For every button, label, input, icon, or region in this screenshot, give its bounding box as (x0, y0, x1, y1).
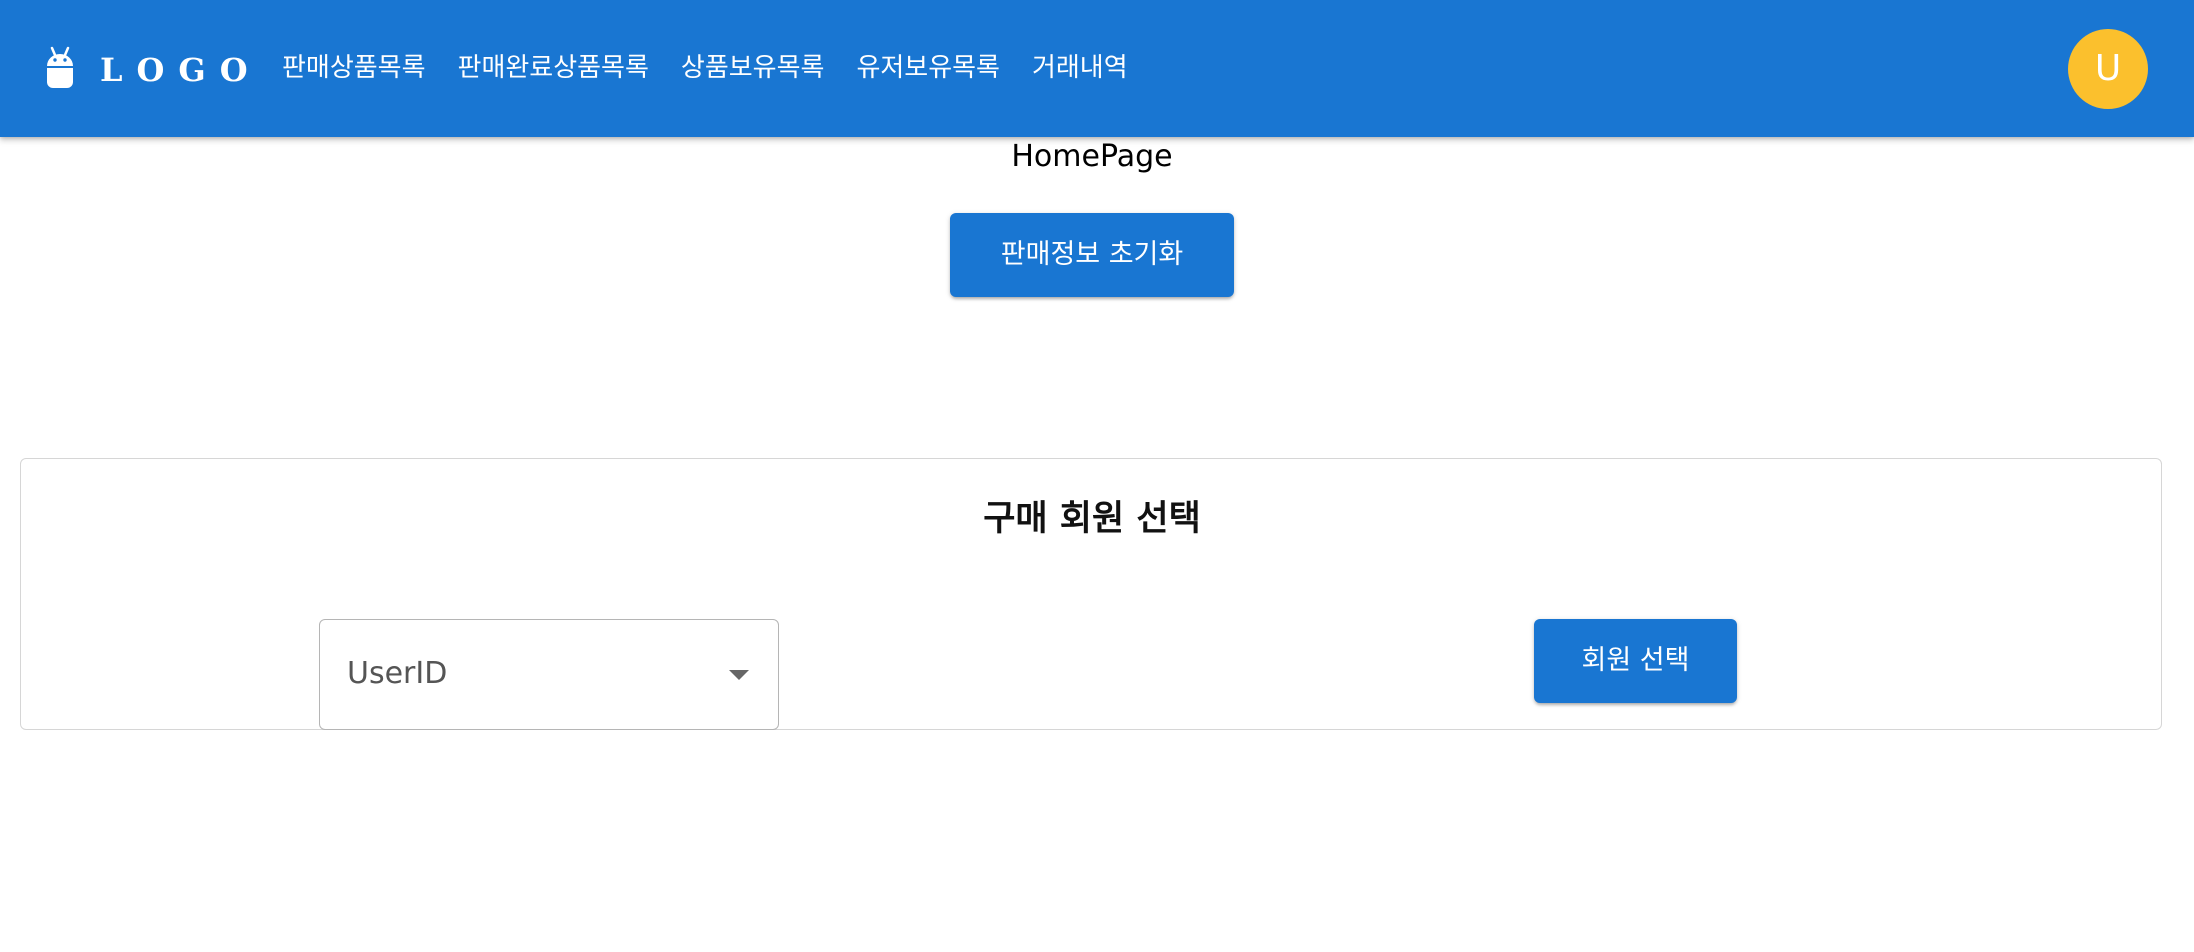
nav-item-user-holdings[interactable]: 유저보유목록 (840, 42, 1016, 94)
reset-sales-button[interactable]: 판매정보 초기화 (950, 213, 1234, 297)
userid-select[interactable]: UserID (319, 619, 779, 730)
userid-select-label: UserID (347, 656, 448, 691)
android-icon[interactable] (44, 46, 76, 92)
select-member-button[interactable]: 회원 선택 (1534, 619, 1737, 703)
nav-item-product-holdings[interactable]: 상품보유목록 (665, 42, 841, 94)
logo-text[interactable]: LOGO (100, 48, 262, 92)
main-nav: 판매상품목록 판매완료상품목록 상품보유목록 유저보유목록 거래내역 (266, 42, 1144, 94)
page-title: HomePage (1011, 139, 1173, 174)
nav-item-sold-products[interactable]: 판매완료상품목록 (442, 42, 665, 94)
app-bar: LOGO 판매상품목록 판매완료상품목록 상품보유목록 유저보유목록 거래내역 … (0, 0, 2194, 137)
chevron-down-icon (729, 670, 749, 680)
nav-item-sale-products[interactable]: 판매상품목록 (266, 42, 442, 94)
nav-item-transactions[interactable]: 거래내역 (1016, 42, 1144, 94)
member-select-title: 구매 회원 선택 (983, 499, 1201, 539)
user-avatar[interactable]: U (2068, 29, 2148, 109)
